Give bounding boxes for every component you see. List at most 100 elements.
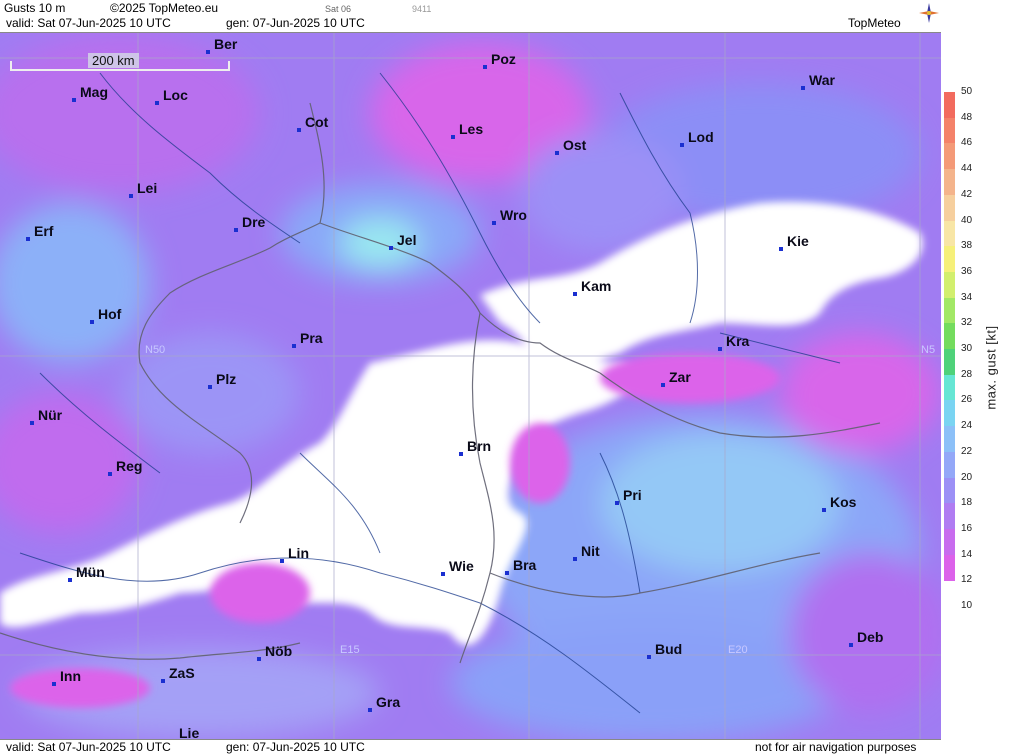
legend-tick-label: 12 [961,574,973,586]
header-bar: Gusts 10 m ©2025 TopMeteo.eu valid: Sat … [0,0,941,33]
legend-tick-label: 20 [961,471,973,483]
legend-swatch [944,117,955,144]
compass-icon [919,3,939,23]
city-label: Dre [242,214,266,230]
city-dot-icon [26,237,30,241]
city-dot-icon [257,657,261,661]
legend-tick-label: 46 [961,137,973,149]
city-dot-icon [68,578,72,582]
city-dot-icon [72,98,76,102]
legend-swatch [944,400,955,427]
city-label: Kra [726,333,750,349]
city-dot-icon [206,50,210,54]
map-title: Gusts 10 m [4,1,66,15]
city-label: Mün [76,564,105,580]
city-dot-icon [451,135,455,139]
legend-swatch [944,246,955,273]
city-dot-icon [849,643,853,647]
legend-tick-label: 50 [961,86,973,97]
city-dot-icon [129,194,133,198]
logo-text: TopMeteo [848,16,901,30]
grid-label-e20: E20 [728,644,748,656]
city-dot-icon [647,655,651,659]
city-dot-icon [492,221,496,225]
city-label: Ost [563,137,587,153]
city-dot-icon [234,228,238,232]
city-label: Lie [179,725,200,739]
legend-swatch [944,323,955,350]
city-dot-icon [155,101,159,105]
city-label: Lin [288,545,309,561]
legend-swatch [944,92,955,118]
legend-tick-label: 42 [961,188,973,200]
legend-tick-label: 10 [961,600,973,611]
city-dot-icon [161,679,165,683]
sat-label: Sat 06 [325,4,352,14]
city-label: Jel [397,232,417,248]
city-label: Cot [305,114,329,130]
city-dot-icon [573,557,577,561]
city-label: ZaS [169,665,195,681]
grid-label-n50-right: N5 [921,344,936,356]
city-dot-icon [801,86,805,90]
disclaimer-text: not for air navigation purposes [755,740,917,754]
city-label: Lod [688,129,714,145]
city-dot-icon [615,501,619,505]
legend-tick-label: 24 [961,420,973,432]
legend-swatch [944,477,955,504]
city-dot-icon [822,508,826,512]
city-dot-icon [297,128,301,132]
grid-label-e15: E15 [340,644,360,656]
city-label: Kos [830,494,857,510]
legend-tick-label: 34 [961,291,973,303]
city-dot-icon [108,472,112,476]
legend-tick-label: 18 [961,497,973,509]
city-label: Hof [98,306,122,322]
legend-swatch [944,451,955,478]
city-label: Lei [137,180,158,196]
city-label: Gra [376,694,401,710]
gust-map[interactable]: N50 N5 E15 E20 200 km Ber Poz Mag Loc War Cot… [0,33,941,739]
city-dot-icon [718,347,722,351]
legend-swatch [944,374,955,401]
city-dot-icon [90,320,94,324]
legend-tick-label: 40 [961,214,973,226]
city-label: Plz [216,371,237,387]
legend-swatch [944,426,955,453]
city-label: Wro [500,207,527,223]
legend-tick-label: 32 [961,317,973,329]
city-label: Poz [491,51,516,67]
legend: 50 48 46 44 42 40 38 36 34 32 30 28 26 24 22 20 18 16 14 12… [941,0,1033,754]
legend-tick-label: 16 [961,522,973,534]
city-dot-icon [52,682,56,686]
generated-time: gen: 07-Jun-2025 10 UTC [226,16,365,30]
legend-tick-label: 48 [961,111,973,123]
legend-swatch [944,554,955,581]
scale-bar-label: 200 km [88,53,139,68]
city-label: Bud [655,641,683,657]
legend-swatch [944,528,955,555]
legend-swatch [944,194,955,221]
city-label: Ber [214,36,238,52]
legend-tick-label: 30 [961,343,973,354]
city-dot-icon [368,708,372,712]
footer-valid-time: valid: Sat 07-Jun-2025 10 UTC [6,740,171,754]
city-dot-icon [441,572,445,576]
city-label: Pri [623,487,642,503]
legend-tick-label: 26 [961,394,973,406]
city-label: Loc [163,87,188,103]
city-label: Inn [60,668,81,684]
copyright-text: ©2025 TopMeteo.eu [110,1,219,15]
city-dot-icon [573,292,577,296]
legend-swatch [944,169,955,196]
city-label: Nit [581,543,600,559]
city-label: Deb [857,629,884,645]
city-dot-icon [459,452,463,456]
city-label: Pra [300,330,323,346]
city-label: Erf [34,223,54,239]
city-dot-icon [661,383,665,387]
city-dot-icon [680,143,684,147]
city-label: Bra [513,557,537,573]
legend-swatch [944,297,955,324]
legend-swatch [944,271,955,298]
